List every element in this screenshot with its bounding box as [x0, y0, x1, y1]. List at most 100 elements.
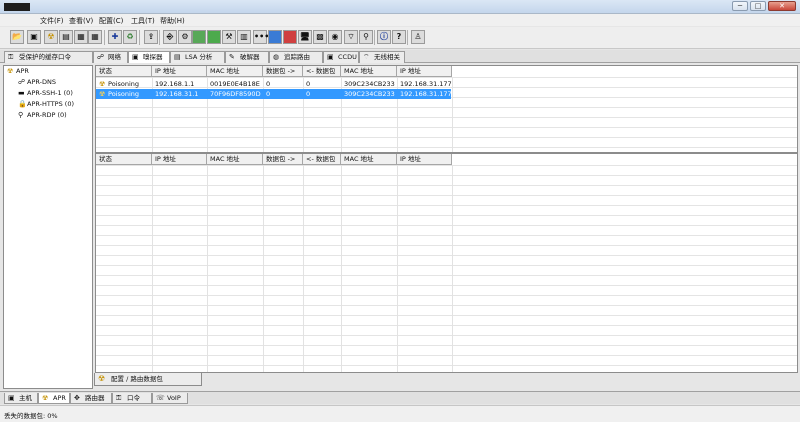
network-card-icon[interactable]: ▣	[27, 30, 41, 44]
menu-view[interactable]: 查看(V)	[69, 16, 93, 26]
col-packets-out[interactable]: 数据包 ->	[263, 66, 303, 77]
password-icon[interactable]: •••	[253, 30, 269, 44]
col-status[interactable]: 状态	[96, 154, 152, 165]
tree-root-apr[interactable]: ☢ APR	[7, 67, 29, 75]
top-grid-header: 状态 IP 地址 MAC 地址 数据包 -> <- 数据包 MAC 地址 IP …	[96, 66, 797, 77]
monitor-icon[interactable]: 🖥	[298, 30, 312, 44]
table-row-selected[interactable]: ☢ Poisoning 192.168.31.1 70F96DF8590D 0 0…	[96, 89, 452, 99]
wireless-icon: ⌔	[363, 53, 370, 61]
tab-lsa[interactable]: ▤ LSA 分析	[170, 51, 225, 63]
ccdu-icon: ▣	[327, 53, 334, 61]
apr-tree: ☢ APR ☍ APR-DNS ▬ APR-SSH-1 (0) 🔒APR-HTTPS …	[3, 65, 93, 389]
lsa-icon[interactable]: ▤	[59, 30, 73, 44]
recycle-icon[interactable]: ♻	[123, 30, 137, 44]
col-mac[interactable]: MAC 地址	[207, 154, 263, 165]
col-mac-2[interactable]: MAC 地址	[341, 66, 397, 77]
route-icon[interactable]: ⎆	[163, 30, 177, 44]
close-button[interactable]: ✕	[768, 1, 796, 11]
cracker-icon: ✎	[229, 53, 235, 61]
red-icon[interactable]	[283, 30, 297, 44]
bottom-grid: 状态 IP 地址 MAC 地址 数据包 -> <- 数据包 MAC 地址 IP …	[95, 153, 798, 373]
tab-apr[interactable]: ☢ APR	[38, 393, 70, 404]
hash2-icon[interactable]: ▦	[88, 30, 102, 44]
col-ip[interactable]: IP 地址	[152, 66, 207, 77]
main-tabs: ⚿ 受保护的缓存口令 ☍ 网络 ▣ 嗅探器 ▤ LSA 分析 ✎ 破解器 ◍ 追踪路由 ▣ C…	[0, 50, 800, 63]
green-panel-icon[interactable]	[192, 30, 206, 44]
tab-traceroute[interactable]: ◍ 追踪路由	[269, 51, 323, 63]
col-status[interactable]: 状态	[96, 66, 152, 77]
help-icon[interactable]: ?	[392, 30, 406, 44]
tab-cracker[interactable]: ✎ 破解器	[225, 51, 269, 63]
tab-network[interactable]: ☍ 网络	[93, 51, 128, 63]
blue-screen-icon[interactable]	[268, 30, 282, 44]
remote-desktop-icon: ⚲	[18, 111, 24, 119]
tab-wireless[interactable]: ⌔ 无线相关	[359, 51, 405, 63]
col-ip[interactable]: IP 地址	[152, 154, 207, 165]
lost-packets-status: 丢失的数据包: 0%	[4, 412, 58, 420]
menu-file[interactable]: 文件(F)	[40, 16, 64, 26]
menu-bar: 文件(F) 查看(V) 配置(C) 工具(T) 帮助(H)	[0, 14, 800, 26]
col-ip-2[interactable]: IP 地址	[397, 66, 452, 77]
table-row[interactable]: ☢ Poisoning 192.168.1.1 0019E0E4B18E 0 0 …	[96, 79, 452, 89]
minimize-button[interactable]: ─	[732, 1, 748, 11]
tree-item-apr-ssh[interactable]: ▬ APR-SSH-1 (0)	[18, 89, 73, 97]
add-icon[interactable]: ✚	[108, 30, 122, 44]
poison-icon: ☢	[99, 80, 106, 88]
disk-icon[interactable]: ◉	[328, 30, 342, 44]
tab-voip[interactable]: ☏ VoIP	[152, 393, 188, 404]
network-icon: ☍	[18, 78, 26, 86]
col-ip-2[interactable]: IP 地址	[397, 154, 452, 165]
app-icon	[4, 3, 30, 11]
col-packets-out[interactable]: 数据包 ->	[263, 154, 303, 165]
sniffer-icon: ▣	[132, 53, 139, 61]
image-icon[interactable]: ▩	[313, 30, 327, 44]
tab-passwords[interactable]: ⚿ 口令	[112, 393, 152, 404]
maximize-button[interactable]: □	[750, 1, 766, 11]
col-packets-in[interactable]: <- 数据包	[303, 66, 341, 77]
bottom-grid-header: 状态 IP 地址 MAC 地址 数据包 -> <- 数据包 MAC 地址 IP …	[96, 154, 797, 165]
traceroute-icon: ◍	[273, 53, 280, 61]
poison-icon: ☢	[99, 90, 106, 98]
key-icon: ⚿	[8, 53, 14, 61]
top-grid: 状态 IP 地址 MAC 地址 数据包 -> <- 数据包 MAC 地址 IP …	[95, 65, 798, 153]
radiation-icon[interactable]: ☢	[44, 30, 58, 44]
wireless-icon[interactable]: ⌔	[344, 30, 358, 44]
bottom-grid-body	[96, 165, 797, 372]
menu-help[interactable]: 帮助(H)	[160, 16, 185, 26]
export-icon[interactable]: ⇪	[144, 30, 158, 44]
tab-hosts[interactable]: ▣ 主机	[4, 393, 38, 404]
settings-icon[interactable]: ⚙	[178, 30, 192, 44]
col-mac-2[interactable]: MAC 地址	[341, 154, 397, 165]
lock-icon: 🔒	[18, 100, 27, 108]
window-controls: ─ □ ✕	[732, 1, 796, 11]
network-icon: ☍	[97, 53, 105, 61]
open-folder-icon[interactable]: 📂	[10, 30, 24, 44]
col-packets-in[interactable]: <- 数据包	[303, 154, 341, 165]
green-panel2-icon[interactable]	[207, 30, 221, 44]
tab-routers[interactable]: ✥ 路由器	[70, 393, 112, 404]
tree-item-apr-rdp[interactable]: ⚲ APR-RDP (0)	[18, 111, 67, 119]
computer-icon: ▣	[8, 394, 15, 402]
status-bar: 丢失的数据包: 0%	[0, 405, 800, 422]
tool-icon[interactable]: ⚒	[222, 30, 236, 44]
tree-item-apr-https[interactable]: 🔒APR-HTTPS (0)	[18, 100, 74, 108]
cipher-icon[interactable]: ▥	[237, 30, 251, 44]
network-tool-icon[interactable]: ⚲	[359, 30, 373, 44]
hash-icon[interactable]: ▦	[74, 30, 88, 44]
user-icon[interactable]: ♙	[411, 30, 425, 44]
tree-item-apr-dns[interactable]: ☍ APR-DNS	[18, 78, 56, 86]
router-icon: ✥	[74, 394, 80, 402]
title-bar: ─ □ ✕	[0, 0, 800, 14]
col-mac[interactable]: MAC 地址	[207, 66, 263, 77]
toolbar: 📂 ▣ ☢ ▤ ▦ ▦ ✚ ♻ ⇪ ⎆ ⚙ ⚒ ▥ ••• 🖥 ▩ ◉ ⌔ ⚲ …	[0, 27, 800, 49]
voip-icon: ☏	[156, 394, 165, 402]
tab-routing-config[interactable]: ☢ 配置 / 路由数据包	[94, 373, 202, 386]
menu-config[interactable]: 配置(C)	[99, 16, 123, 26]
tab-ccdu[interactable]: ▣ CCDU	[323, 51, 359, 63]
info-icon[interactable]: ⓘ	[377, 30, 391, 44]
menu-tools[interactable]: 工具(T)	[131, 16, 155, 26]
tab-sniffer[interactable]: ▣ 嗅探器	[128, 51, 170, 63]
tab-cached-passwords[interactable]: ⚿ 受保护的缓存口令	[4, 51, 93, 63]
password-icon: ⚿	[116, 394, 122, 402]
radiation-icon: ☢	[7, 67, 14, 75]
